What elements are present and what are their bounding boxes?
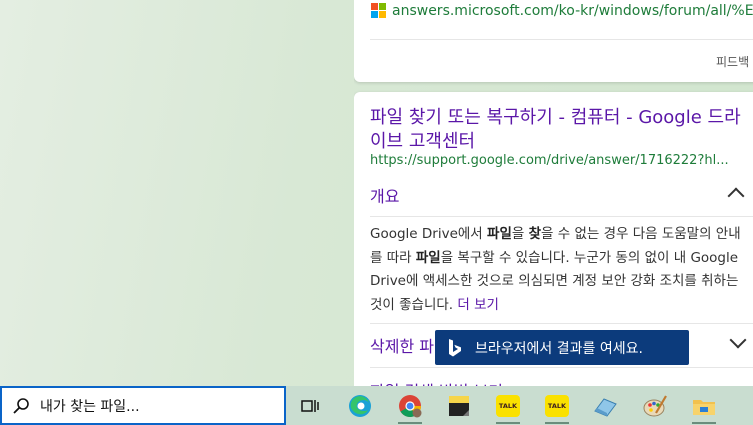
chevron-up-icon[interactable] (727, 187, 745, 205)
highlight-term: 파일 (415, 249, 441, 266)
more-link[interactable]: 더 보기 (457, 297, 499, 313)
edge-icon (349, 395, 371, 417)
result-card-microsoft[interactable]: answers.microsoft.com/ko-kr/windows/foru… (354, 0, 753, 82)
divider (370, 323, 753, 324)
section-deleted-header[interactable]: 삭제한 파 (370, 333, 434, 357)
file-explorer-icon (693, 400, 715, 415)
sticky-notes-icon (449, 396, 469, 416)
body-text: Google Drive에서 (370, 226, 488, 242)
taskbar-search-box[interactable]: 내가 찾는 파일... (0, 386, 286, 425)
divider (370, 367, 753, 368)
kakaotalk-icon: TALK (496, 395, 520, 417)
taskbar-chrome[interactable] (393, 390, 427, 422)
taskbar-eraser-app[interactable] (588, 390, 622, 422)
chrome-icon (399, 395, 422, 418)
eraser-icon (594, 398, 617, 417)
divider (370, 216, 753, 217)
taskbar-paint[interactable] (638, 390, 672, 422)
running-indicator (398, 422, 422, 424)
body-text: 을 (511, 226, 529, 242)
result-title[interactable]: 파일 찾기 또는 복구하기 - 컴퓨터 - Google 드라이브 고객센터 (370, 106, 753, 154)
divider (370, 39, 753, 40)
search-input-text[interactable]: 내가 찾는 파일... (40, 396, 140, 416)
taskbar-kakaotalk-2[interactable]: TALK (540, 390, 574, 422)
taskbar-edge[interactable] (343, 390, 377, 422)
microsoft-logo-icon (371, 3, 386, 18)
running-indicator (545, 422, 569, 424)
toast-label: 브라우저에서 결과를 여세요. (475, 340, 643, 357)
open-in-browser-button[interactable]: 브라우저에서 결과를 여세요. (435, 330, 689, 365)
result-url[interactable]: https://support.google.com/drive/answer/… (370, 153, 729, 168)
feedback-link[interactable]: 피드백 (716, 53, 749, 70)
section-third-header[interactable]: 파일 검색 방법 보기 (370, 378, 503, 386)
search-results-panel: answers.microsoft.com/ko-kr/windows/foru… (354, 0, 753, 386)
bing-icon (449, 338, 461, 356)
running-indicator (496, 422, 520, 424)
kakaotalk-icon: TALK (545, 395, 569, 417)
taskbar-kakaotalk[interactable]: TALK (491, 390, 525, 422)
search-icon (13, 397, 29, 414)
task-view-button[interactable] (293, 390, 327, 422)
task-view-icon (301, 400, 319, 412)
running-indicator (692, 422, 716, 424)
section-overview-header[interactable]: 개요 (370, 183, 399, 207)
chevron-down-icon[interactable] (729, 331, 747, 349)
taskbar-sticky-notes[interactable] (442, 390, 476, 422)
highlight-term: 찾 (528, 226, 542, 242)
overview-text: Google Drive에서 파일을 찾을 수 없는 경우 다음 도움말의 안내… (370, 223, 752, 317)
highlight-term: 파일 (487, 226, 512, 242)
taskbar-file-explorer[interactable] (687, 390, 721, 422)
paint-palette-icon (643, 395, 667, 417)
result-url[interactable]: answers.microsoft.com/ko-kr/windows/foru… (392, 3, 753, 19)
